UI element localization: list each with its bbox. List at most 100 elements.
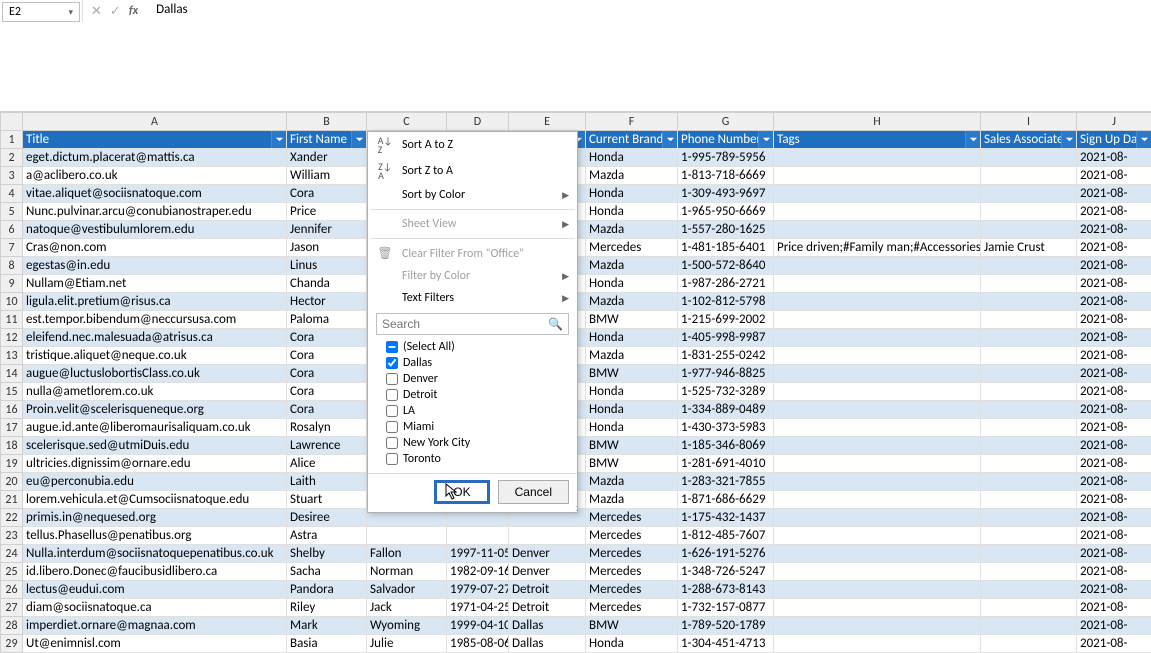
filter-checkbox[interactable] [386, 341, 398, 353]
cell[interactable]: Mercedes [586, 509, 678, 527]
cell[interactable]: 1-987-286-2721 [678, 275, 774, 293]
row-header[interactable]: 11 [1, 311, 23, 329]
cell[interactable] [774, 545, 981, 563]
cell[interactable] [981, 203, 1077, 221]
filter-option[interactable]: Dallas [386, 355, 569, 371]
cell[interactable] [774, 257, 981, 275]
cell[interactable] [447, 527, 509, 545]
row-header[interactable]: 7 [1, 239, 23, 257]
cell[interactable]: 2021-08- [1077, 455, 1151, 473]
cell[interactable] [774, 419, 981, 437]
cell[interactable]: 2021-08- [1077, 149, 1151, 167]
cell[interactable] [981, 455, 1077, 473]
row-header[interactable]: 4 [1, 185, 23, 203]
cell[interactable]: Chanda [287, 275, 367, 293]
cell[interactable]: 1-977-946-8825 [678, 365, 774, 383]
row-header[interactable]: 26 [1, 581, 23, 599]
cell[interactable]: 2021-08- [1077, 365, 1151, 383]
filter-option[interactable]: (Select All) [386, 339, 569, 355]
cell[interactable] [981, 329, 1077, 347]
cell[interactable]: 2021-08- [1077, 329, 1151, 347]
cell[interactable]: tristique.aliquet@neque.co.uk [23, 347, 287, 365]
cell[interactable]: Stuart [287, 491, 367, 509]
cell[interactable]: Salvador [367, 581, 447, 599]
cell[interactable]: Honda [586, 185, 678, 203]
name-box-dropdown-icon[interactable]: ▾ [68, 7, 73, 18]
cell[interactable] [981, 473, 1077, 491]
cell[interactable]: 1-304-451-4713 [678, 635, 774, 653]
cell[interactable]: Honda [586, 419, 678, 437]
cell[interactable] [981, 545, 1077, 563]
filter-search-input[interactable] [377, 314, 543, 334]
cell[interactable]: 1-789-520-1789 [678, 617, 774, 635]
cell[interactable]: Nulla.interdum@sociisnatoquepenatibus.co… [23, 545, 287, 563]
row-header[interactable]: 2 [1, 149, 23, 167]
cancel-button[interactable]: Cancel [498, 480, 569, 504]
filter-button[interactable] [662, 131, 677, 148]
cell[interactable]: Honda [586, 275, 678, 293]
cell[interactable]: Cora [287, 401, 367, 419]
cell[interactable]: nulla@ametlorem.co.uk [23, 383, 287, 401]
cell[interactable]: 2021-08- [1077, 401, 1151, 419]
cell[interactable] [774, 401, 981, 419]
cell[interactable] [774, 311, 981, 329]
row-header[interactable]: 12 [1, 329, 23, 347]
cell[interactable] [981, 185, 1077, 203]
cell[interactable]: BMW [586, 365, 678, 383]
row-header[interactable]: 6 [1, 221, 23, 239]
table-header-H[interactable]: Tags [774, 131, 981, 149]
filter-checkbox[interactable] [386, 389, 398, 401]
cell[interactable]: BMW [586, 437, 678, 455]
cell[interactable] [981, 401, 1077, 419]
cell[interactable]: Sacha [287, 563, 367, 581]
cell[interactable]: augue.id.ante@liberomaurisaliquam.co.uk [23, 419, 287, 437]
cell[interactable] [981, 275, 1077, 293]
cell[interactable]: Fallon [367, 545, 447, 563]
cell[interactable]: William [287, 167, 367, 185]
row-header[interactable]: 21 [1, 491, 23, 509]
row-header[interactable]: 16 [1, 401, 23, 419]
cell[interactable]: Honda [586, 329, 678, 347]
cell[interactable]: Cras@non.com [23, 239, 287, 257]
cell[interactable]: Honda [586, 401, 678, 419]
cell[interactable] [774, 581, 981, 599]
cell[interactable]: 1-525-732-3289 [678, 383, 774, 401]
cell[interactable]: Mercedes [586, 581, 678, 599]
cell[interactable]: a@aclibero.co.uk [23, 167, 287, 185]
cell[interactable]: 2021-08- [1077, 383, 1151, 401]
cell[interactable]: Lawrence [287, 437, 367, 455]
column-header-I[interactable]: I [981, 113, 1077, 131]
filter-checkbox[interactable] [386, 373, 398, 385]
row-header[interactable]: 23 [1, 527, 23, 545]
cell[interactable]: 2021-08- [1077, 311, 1151, 329]
cell[interactable] [774, 473, 981, 491]
cell[interactable] [774, 365, 981, 383]
cell[interactable] [981, 419, 1077, 437]
cell[interactable]: 2021-08- [1077, 347, 1151, 365]
cell[interactable]: 1-831-255-0242 [678, 347, 774, 365]
cell[interactable] [774, 509, 981, 527]
cell[interactable] [774, 185, 981, 203]
cancel-formula-icon[interactable]: ✕ [91, 4, 102, 19]
cell[interactable]: Mazda [586, 221, 678, 239]
cell[interactable]: imperdiet.ornare@magnaa.com [23, 617, 287, 635]
cell[interactable]: 2021-08- [1077, 599, 1151, 617]
row-header[interactable]: 10 [1, 293, 23, 311]
cell[interactable]: BMW [586, 455, 678, 473]
cell[interactable]: BMW [586, 311, 678, 329]
cell[interactable]: 1-175-432-1437 [678, 509, 774, 527]
cell[interactable]: 2021-08- [1077, 527, 1151, 545]
cell[interactable]: 2021-08- [1077, 203, 1151, 221]
filter-checkbox[interactable] [386, 405, 398, 417]
cell[interactable] [981, 437, 1077, 455]
cell[interactable]: 2021-08- [1077, 275, 1151, 293]
cell[interactable]: Honda [586, 203, 678, 221]
row-header[interactable]: 24 [1, 545, 23, 563]
filter-option[interactable]: Detroit [386, 387, 569, 403]
cell[interactable]: 1979-07-27 [447, 581, 509, 599]
cell[interactable]: 1-215-699-2002 [678, 311, 774, 329]
cell[interactable]: 1-732-157-0877 [678, 599, 774, 617]
cell[interactable]: Mercedes [586, 563, 678, 581]
cell[interactable] [367, 527, 447, 545]
cell[interactable]: Mercedes [586, 527, 678, 545]
